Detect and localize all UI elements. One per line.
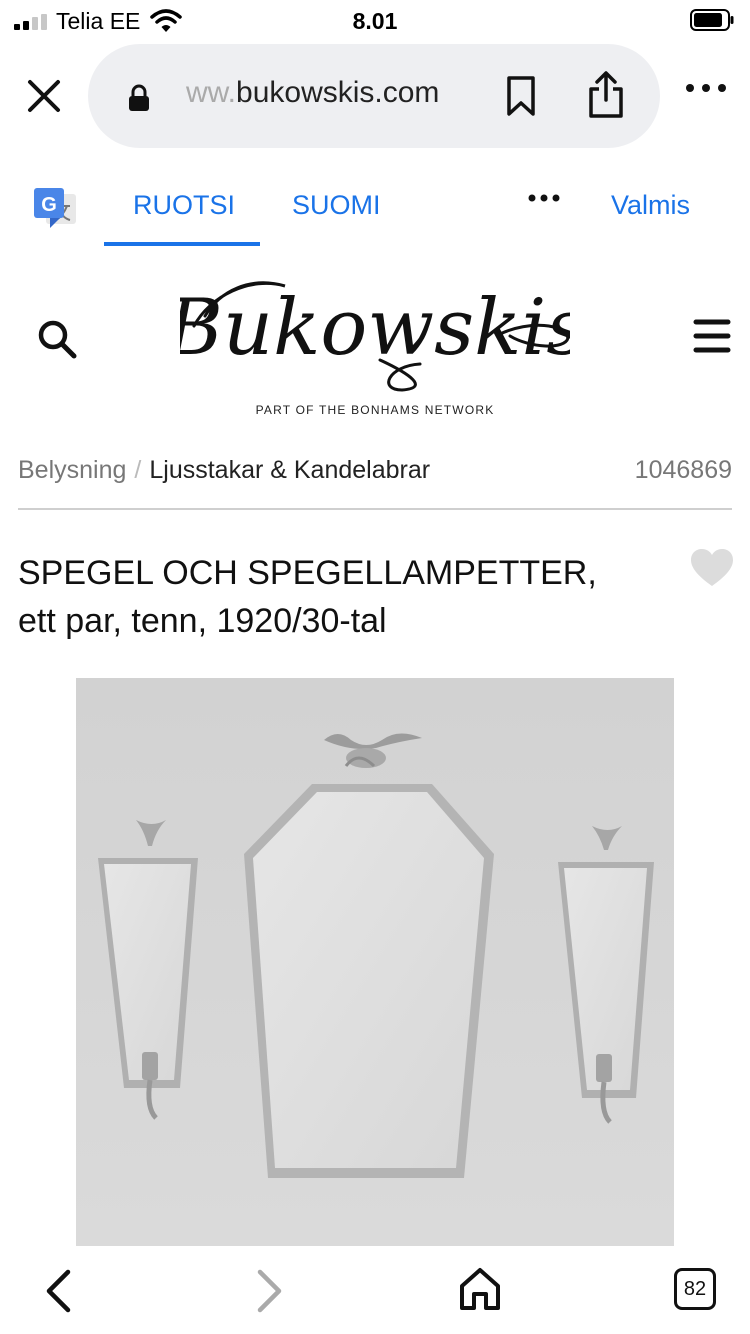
breadcrumb-item-belysning[interactable]: Belysning (18, 456, 126, 484)
lot-title: SPEGEL OCH SPEGELLAMPETTER, ett par, ten… (18, 549, 678, 645)
breadcrumb-separator: / (134, 456, 142, 484)
clock: 8.01 (352, 8, 398, 34)
address-bar[interactable]: ww.bukowskis.com (88, 44, 660, 148)
status-bar: Telia EE 8.01 (0, 0, 750, 44)
forward-icon[interactable] (254, 1268, 286, 1314)
tab-ruotsi[interactable]: RUOTSI (133, 190, 235, 221)
lot-number: 1046869 (634, 456, 732, 484)
back-icon[interactable] (42, 1268, 74, 1314)
translate-more-icon[interactable] (528, 194, 560, 202)
tabs-icon[interactable]: 82 (674, 1268, 716, 1310)
lot-title-line2: ett par, tenn, 1920/30-tal (18, 602, 387, 640)
bookmark-icon[interactable] (504, 74, 538, 118)
tab-suomi[interactable]: SUOMI (292, 190, 381, 221)
menu-icon[interactable] (693, 318, 731, 354)
breadcrumb-item-ljusstakar[interactable]: Ljusstakar & Kandelabrar (149, 456, 430, 484)
mirror-illustration (76, 678, 674, 1246)
site-logo[interactable]: Bukowskis (180, 256, 570, 396)
battery-icon (690, 9, 734, 31)
browser-toolbar: 82 (0, 1246, 750, 1334)
svg-text:G: G (41, 194, 57, 216)
browser-address-row: ww.bukowskis.com (0, 44, 750, 154)
divider (18, 508, 732, 510)
home-icon[interactable] (458, 1266, 502, 1312)
tab-selected-indicator (104, 242, 260, 246)
heart-icon[interactable] (690, 548, 734, 588)
logo-tagline: PART OF THE BONHAMS NETWORK (255, 403, 495, 417)
lot-title-line1: SPEGEL OCH SPEGELLAMPETTER, (18, 554, 597, 592)
share-icon[interactable] (586, 70, 626, 120)
more-icon[interactable] (684, 82, 728, 94)
translate-bar: G RUOTSI SUOMI Valmis (0, 172, 750, 248)
done-button[interactable]: Valmis (611, 190, 690, 221)
search-icon[interactable] (36, 318, 80, 360)
lock-icon (129, 84, 149, 111)
logo-wordmark: Bukowskis (180, 283, 570, 373)
url-text[interactable]: ww.bukowskis.com (186, 76, 439, 110)
google-translate-icon: G (34, 188, 76, 228)
product-image[interactable] (76, 678, 674, 1246)
close-icon[interactable] (22, 74, 66, 118)
breadcrumb: Belysning / Ljusstakar & Kandelabrar (18, 456, 430, 485)
